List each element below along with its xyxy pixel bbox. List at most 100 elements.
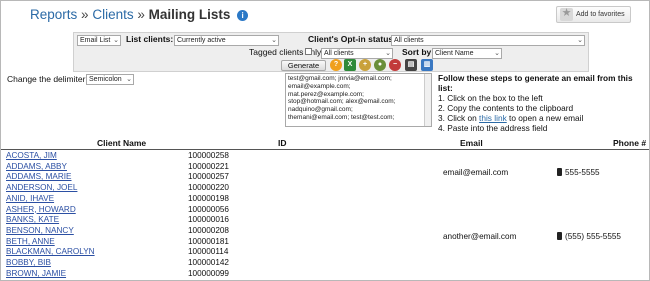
filter-panel: Email List ⌄ List clients: Currently acti…: [73, 32, 589, 72]
client-phone: (555) 555-5555: [557, 232, 621, 243]
step-2: 2. Copy the contents to the clipboard: [438, 103, 574, 113]
column-phone[interactable]: Phone #: [613, 138, 646, 148]
client-id: 100000142: [188, 258, 229, 267]
table-header: Client Name ID Email Phone #: [1, 138, 649, 149]
client-phone: 555-5555: [557, 168, 600, 179]
add-to-favorites-label: Add to favorites: [576, 11, 625, 18]
email-line: themani@email.com; test@test.com;: [288, 113, 395, 121]
table-row: BANKS, KATE 100000016: [1, 215, 649, 226]
table-row: BETH, ANNE 100000181 another@email.com (555…: [1, 232, 649, 248]
sort-by-label: Sort by: [402, 47, 432, 57]
help-icon[interactable]: ?: [330, 59, 342, 71]
tagged-clients-select-value: All clients: [324, 50, 354, 57]
sort-by-value: Client Name: [435, 50, 474, 57]
star-icon: ★: [560, 7, 573, 21]
email-line: test@gmail.com; jnrvia@email.com;: [288, 75, 392, 82]
client-name-link[interactable]: ANID, IHAVE: [6, 194, 54, 205]
add-user-icon[interactable]: +: [359, 59, 371, 71]
header-divider: [1, 149, 649, 150]
client-name-link[interactable]: BETH, ANNE: [6, 237, 55, 248]
chevron-down-icon: ⌄: [577, 37, 583, 44]
client-id: 100000220: [188, 183, 229, 193]
remove-user-icon[interactable]: −: [389, 59, 401, 71]
client-id: 100000208: [188, 225, 229, 235]
add-to-favorites-button[interactable]: ★ Add to favorites: [556, 6, 631, 23]
table-row: BROWN, JAMIE 100000099: [1, 269, 649, 280]
breadcrumb-reports-link[interactable]: Reports: [30, 7, 77, 22]
client-id: 100000056: [188, 204, 229, 214]
phone-icon: [557, 168, 562, 177]
client-id: 100000181: [188, 236, 229, 246]
table-row: BENSON, NANCY 100000208: [1, 225, 649, 237]
column-client-name[interactable]: Client Name: [97, 138, 146, 148]
client-phone-number: (555) 555-5555: [565, 232, 621, 242]
client-name-link[interactable]: ADDAMS, MARIE: [6, 172, 72, 183]
client-name-link[interactable]: ANDERSON, JOEL: [6, 183, 77, 194]
table-row: ACOSTA, JIM 100000258: [1, 151, 649, 162]
list-clients-select[interactable]: Currently active ⌄: [174, 35, 279, 46]
page-title: Mailing Lists: [148, 7, 231, 22]
print-icon[interactable]: ▤: [405, 59, 417, 71]
client-email: email@email.com: [443, 168, 509, 178]
column-email[interactable]: Email: [460, 138, 483, 148]
phone-icon: [557, 232, 562, 241]
client-email: another@email.com: [443, 232, 517, 242]
list-type-select[interactable]: Email List ⌄: [77, 35, 121, 46]
email-line: mat.perez@example.com;: [288, 90, 364, 98]
excel-icon[interactable]: X: [344, 59, 356, 71]
client-name-link[interactable]: BROWN, JAMIE: [6, 269, 66, 280]
table-row: ASHER, HOWARD 100000056: [1, 204, 649, 216]
delimiter-value: Semicolon: [89, 76, 122, 83]
breadcrumb-separator: »: [81, 7, 89, 22]
textarea-scrollbar[interactable]: [424, 74, 431, 126]
table-row: ANDERSON, JOEL 100000220: [1, 183, 649, 194]
list-clients-label: List clients:: [126, 34, 174, 44]
tagged-clients-select[interactable]: All clients ⌄: [321, 48, 393, 59]
info-icon[interactable]: i: [237, 10, 249, 21]
step-1: 1. Click on the box to the left: [438, 93, 543, 103]
optin-status-value: All clients: [394, 37, 424, 44]
table-row: ADDAMS, MARIE 100000257 email@email.com 555…: [1, 168, 649, 183]
sort-by-select[interactable]: Client Name ⌄: [432, 48, 502, 59]
client-id: 100000198: [188, 193, 229, 203]
client-name-link[interactable]: BANKS, KATE: [6, 215, 59, 226]
optin-status-select[interactable]: All clients ⌄: [391, 35, 585, 46]
client-id: 100000257: [188, 172, 229, 182]
column-id[interactable]: ID: [278, 138, 287, 148]
breadcrumb-clients-link[interactable]: Clients: [92, 7, 133, 22]
open-email-link[interactable]: this link: [479, 113, 507, 123]
breadcrumb-separator: »: [137, 7, 145, 22]
table-row: ADDAMS, ABBY 100000221: [1, 161, 649, 173]
client-id: 100000016: [188, 215, 229, 225]
chevron-down-icon: ⌄: [271, 37, 277, 44]
email-list-textarea[interactable]: test@gmail.com; jnrvia@email.com; email@…: [285, 73, 432, 127]
list-clients-value: Currently active: [177, 37, 226, 44]
client-name-link[interactable]: ASHER, HOWARD: [6, 205, 76, 216]
step-4: 4. Paste into the address field: [438, 123, 548, 133]
client-name-link[interactable]: ACOSTA, JIM: [6, 151, 57, 162]
email-line: email@example.com;: [288, 82, 351, 90]
steps-heading: Follow these steps to generate an email …: [438, 73, 633, 93]
tagged-clients-checkbox[interactable]: [305, 48, 312, 55]
client-phone-number: 555-5555: [565, 168, 600, 178]
step-3-suffix: to open a new email: [506, 113, 584, 123]
client-id: 100000114: [188, 247, 229, 257]
table-row: BOBBY, BIB 100000142: [1, 258, 649, 269]
client-name-link[interactable]: BLACKMAN, CAROLYN: [6, 247, 95, 258]
chevron-down-icon: ⌄: [113, 37, 119, 44]
user-group-icon[interactable]: ●: [374, 59, 386, 71]
delimiter-select[interactable]: Semicolon ⌄: [86, 74, 134, 85]
table-row: ANID, IHAVE 100000198: [1, 193, 649, 205]
client-name-link[interactable]: ADDAMS, ABBY: [6, 162, 67, 173]
mailing-lists-page: Reports » Clients » Mailing Lists i ★ Ad…: [0, 0, 650, 281]
client-name-link[interactable]: BOBBY, BIB: [6, 258, 51, 269]
generate-button[interactable]: Generate: [281, 60, 326, 71]
delimiter-label: Change the delimiter:: [7, 74, 88, 84]
list-type-value: Email List: [80, 37, 111, 44]
email-steps: Follow these steps to generate an email …: [438, 73, 648, 133]
printer-label-icon[interactable]: ▥: [421, 59, 433, 71]
email-line: nadquino@gmail.com;: [288, 106, 353, 114]
client-name-link[interactable]: BENSON, NANCY: [6, 226, 74, 237]
client-id: 100000221: [188, 161, 229, 171]
step-3: 3. Click on this link to open a new emai…: [438, 113, 648, 123]
